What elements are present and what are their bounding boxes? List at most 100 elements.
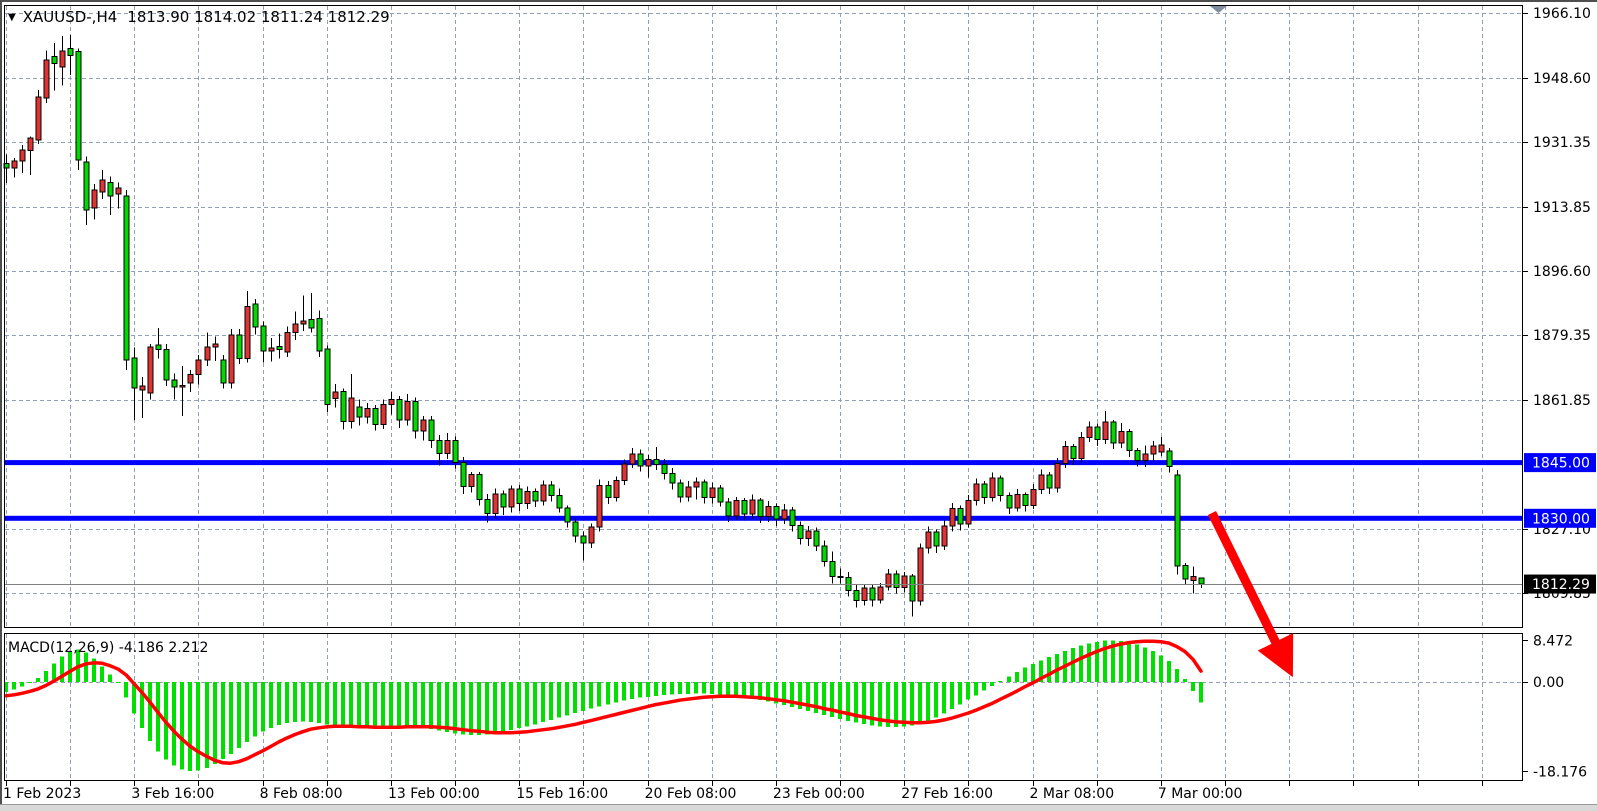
macd-bar [485, 682, 489, 735]
macd-bar [229, 682, 233, 754]
svg-text:1845.00: 1845.00 [1532, 456, 1590, 472]
candle [1119, 423, 1124, 448]
macd-bar [934, 682, 938, 717]
macd-bar [445, 682, 449, 732]
candle [654, 447, 659, 470]
macd-axis-label: -18.176 [1533, 764, 1587, 780]
macd-bar [28, 682, 32, 683]
macd-bar [1015, 672, 1019, 682]
candle [902, 572, 907, 592]
gridlines [5, 6, 1522, 780]
macd-bar [469, 682, 473, 735]
candle [1079, 432, 1084, 463]
candle [533, 489, 538, 508]
date-axis-label: 1 Feb 2023 [3, 786, 81, 802]
chart-title: ▼XAUUSD-,H41813.90 1814.02 1811.24 1812.… [8, 8, 390, 26]
macd-bar [405, 682, 409, 726]
macd-bar [686, 682, 690, 694]
macd-bar [285, 682, 289, 723]
macd-bar [581, 682, 585, 711]
macd-bar [309, 682, 313, 722]
window-border-top [0, 0, 1597, 2]
candle [317, 310, 322, 356]
candle [606, 481, 611, 504]
symbol-dropdown-icon[interactable]: ▼ [8, 12, 16, 23]
candle [557, 489, 562, 513]
macd-bar [1127, 643, 1131, 682]
price-tag-1845.00: 1845.00 [1524, 453, 1596, 472]
macd-bar [221, 682, 225, 759]
candle [76, 49, 81, 170]
candle [597, 479, 602, 531]
candle [974, 479, 979, 506]
candle [349, 374, 354, 429]
candle [630, 448, 635, 468]
candle [429, 416, 434, 448]
candle [100, 170, 105, 199]
macd-bar [557, 682, 561, 717]
date-axis-label: 23 Feb 00:00 [773, 786, 865, 802]
macd-bar [357, 682, 361, 728]
mt4-chart-window: 1966.101948.601931.351913.851896.601879.… [0, 0, 1597, 811]
macd-bar [68, 651, 72, 682]
horizontal-line-1845.00[interactable] [4, 460, 1523, 465]
macd-bar [902, 682, 906, 726]
macd-bar [477, 682, 481, 735]
macd-bar [293, 682, 297, 722]
candle [581, 531, 586, 560]
candle [1015, 489, 1020, 512]
chart-canvas[interactable]: 1966.101948.601931.351913.851896.601879.… [0, 0, 1597, 811]
panel-borders [5, 6, 1523, 781]
macd-bar [1023, 668, 1027, 682]
candle [309, 293, 314, 333]
candle [1191, 567, 1196, 594]
candle [670, 468, 675, 489]
candle [814, 528, 819, 551]
candle [172, 374, 177, 400]
candle [196, 355, 201, 385]
chart-symbol-period: XAUUSD-,H4 [23, 8, 118, 26]
svg-text:1830.00: 1830.00 [1532, 511, 1590, 527]
macd-bar [437, 682, 441, 731]
candle [910, 574, 915, 617]
macd-bar [413, 682, 417, 727]
price-axis-label: 1896.60 [1533, 264, 1591, 280]
macd-bar [702, 682, 706, 693]
candle [1095, 424, 1100, 446]
candle [686, 481, 691, 502]
macd-bar [606, 682, 610, 705]
window-border-left [0, 0, 2, 811]
macd-bar [670, 682, 674, 694]
macd-bar [365, 682, 369, 728]
candle [573, 518, 578, 542]
trend-arrow[interactable] [1212, 513, 1277, 645]
macd-bar [573, 682, 577, 713]
macd-bar [565, 682, 569, 715]
candle [638, 450, 643, 472]
candle [365, 403, 370, 423]
macd-bar [180, 682, 184, 770]
macd-bar [998, 681, 1002, 682]
candle [886, 569, 891, 591]
candle [541, 480, 546, 505]
candle [20, 145, 25, 173]
candle [493, 489, 498, 519]
macd-bar [108, 675, 112, 682]
macd-bar [1159, 655, 1163, 682]
macd-bar [525, 682, 529, 726]
macd-bar [237, 682, 241, 748]
candle [678, 479, 683, 502]
candle [870, 585, 875, 606]
chart-shift-marker-icon[interactable] [1210, 6, 1227, 13]
candle [124, 190, 129, 370]
macd-bar [678, 682, 682, 694]
candle [84, 156, 89, 225]
candle [790, 507, 795, 532]
candle [405, 394, 410, 426]
candle [261, 322, 266, 363]
macd-bar [509, 682, 513, 730]
candle [830, 552, 835, 584]
candle [854, 585, 859, 607]
date-axis-label: 8 Feb 08:00 [260, 786, 343, 802]
time-axis[interactable]: 1 Feb 20233 Feb 16:008 Feb 08:0013 Feb 0… [3, 786, 1242, 802]
